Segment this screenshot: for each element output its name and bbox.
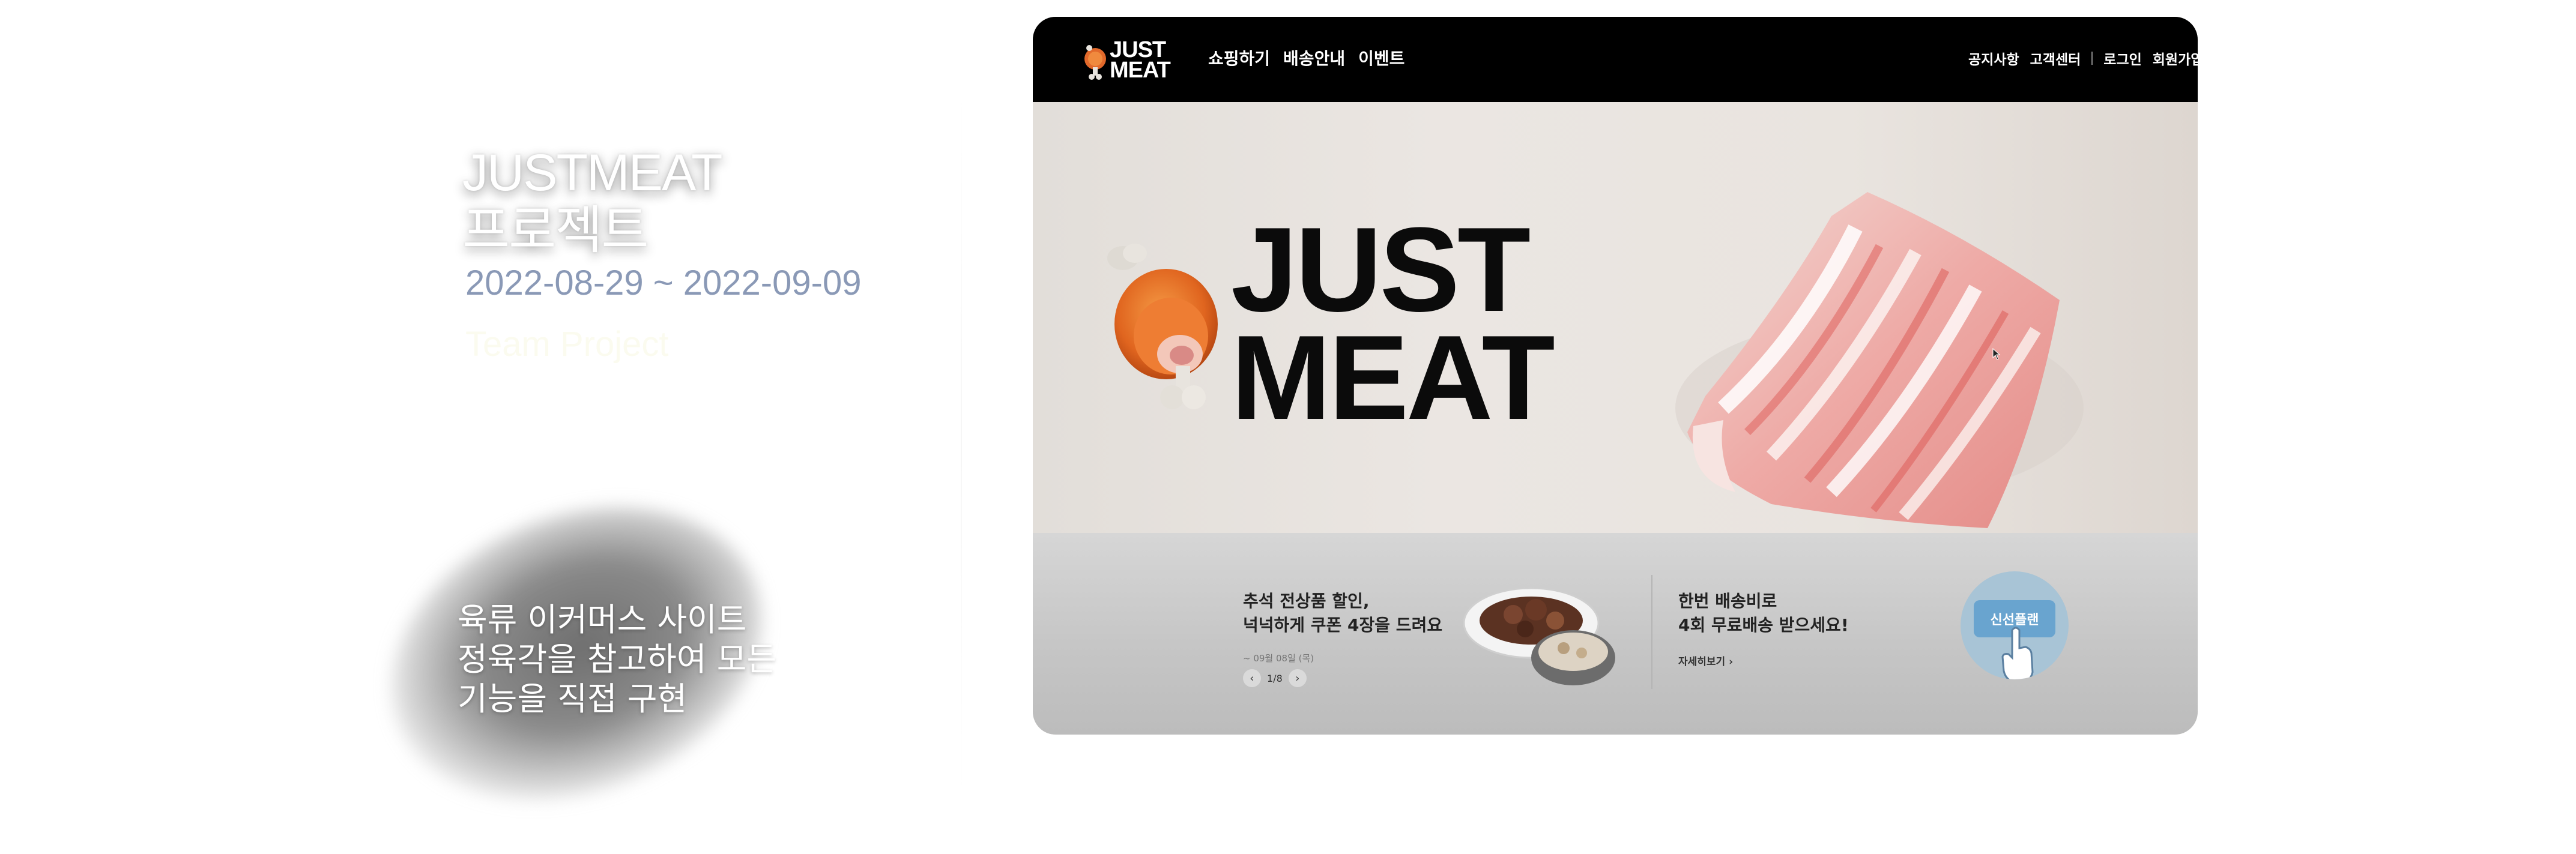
nav-customer-center[interactable]: 고객센터 (2030, 48, 2081, 68)
project-team-label: Team Project (465, 325, 669, 364)
utility-nav: 공지사항 고객센터 로그인 회원가입 (1968, 48, 2198, 68)
nav-shopping[interactable]: 쇼핑하기 (1208, 46, 1270, 70)
hand-icon (2001, 627, 2034, 679)
site-header: JUST MEAT 쇼핑하기 배송안내 이벤트 공지사항 고객센터 로그인 회원… (1033, 17, 2198, 102)
hero-logo: JUST MEAT (1231, 203, 1555, 445)
pager-count: 1/8 (1267, 672, 1283, 684)
promo-card-coupon[interactable]: 추석 전상품 할인, 넉넉하게 쿠폰 4장을 드려요 ~ 09월 08일 (목)… (1243, 533, 1651, 735)
project-title-line-1: JUSTMEAT (462, 144, 723, 202)
nav-login[interactable]: 로그인 (2103, 48, 2141, 68)
promo-date: ~ 09월 08일 (목) (1243, 653, 1314, 664)
promo-pager: ‹ 1/8 › (1243, 669, 1321, 688)
hero-banner[interactable]: JUST MEAT (1033, 102, 2198, 533)
pager-prev-button[interactable]: ‹ (1243, 669, 1261, 687)
meat-leg-icon (1084, 45, 1106, 80)
nav-signup[interactable]: 회원가입 (2153, 48, 2198, 68)
promo-title-line-1: 추석 전상품 할인, (1243, 591, 1370, 611)
braised-dish-photo (1463, 587, 1615, 685)
promo-card-delivery[interactable]: 한번 배송비로 4회 무료배송 받으세요! 자세히보기 › 신선플랜 (1678, 533, 2099, 735)
project-date-range: 2022-08-29 ~ 2022-09-09 (465, 263, 862, 302)
nav-events[interactable]: 이벤트 (1358, 46, 1404, 70)
promo-title-line-2: 4회 무료배송 받으세요! (1678, 615, 1849, 635)
logo-text-line-2: MEAT (1110, 58, 1171, 83)
project-title: JUSTMEAT 프로젝트 (462, 144, 723, 259)
project-title-line-2: 프로젝트 (462, 202, 649, 259)
website-preview: JUST MEAT 쇼핑하기 배송안내 이벤트 공지사항 고객센터 로그인 회원… (1033, 17, 2198, 735)
coupon-hand-icon: 신선플랜 (1961, 571, 2069, 679)
main-nav: 쇼핑하기 배송안내 이벤트 (1208, 46, 1404, 70)
description-line-1: 육류 이커머스 사이트 (458, 601, 747, 639)
site-logo[interactable]: JUST MEAT (1081, 37, 1183, 85)
nav-notice[interactable]: 공지사항 (1968, 48, 2019, 68)
mouse-cursor-icon (1992, 348, 2001, 360)
nav-delivery-info[interactable]: 배송안내 (1283, 46, 1345, 70)
promo-title: 추석 전상품 할인, 넉넉하게 쿠폰 4장을 드려요 (1243, 589, 1442, 637)
description-line-2: 정육각을 참고하여 모든 (458, 640, 777, 678)
pork-belly-photo (1675, 192, 2084, 528)
see-more-link[interactable]: 자세히보기 › (1678, 653, 1733, 668)
hero-logo-line-2: MEAT (1231, 311, 1555, 445)
description-line-3: 기능을 직접 구현 (458, 680, 688, 718)
promo-title: 한번 배송비로 4회 무료배송 받으세요! (1678, 589, 1849, 637)
promo-section: 추석 전상품 할인, 넉넉하게 쿠폰 4장을 드려요 ~ 09월 08일 (목)… (1033, 533, 2198, 735)
promo-divider (1651, 575, 1652, 689)
hero-logo-line-1: JUST (1231, 203, 1531, 337)
project-description: 육류 이커머스 사이트 정육각을 참고하여 모든 기능을 직접 구현 (458, 600, 776, 719)
promo-title-line-1: 한번 배송비로 (1678, 591, 1777, 611)
logo-text-line-1: JUST (1110, 37, 1166, 62)
promo-title-line-2: 넉넉하게 쿠폰 4장을 드려요 (1243, 615, 1443, 635)
nav-separator (2091, 52, 2093, 65)
panel-divider (961, 90, 962, 798)
pager-next-button[interactable]: › (1288, 669, 1307, 687)
meat-leg-icon (1107, 244, 1218, 409)
